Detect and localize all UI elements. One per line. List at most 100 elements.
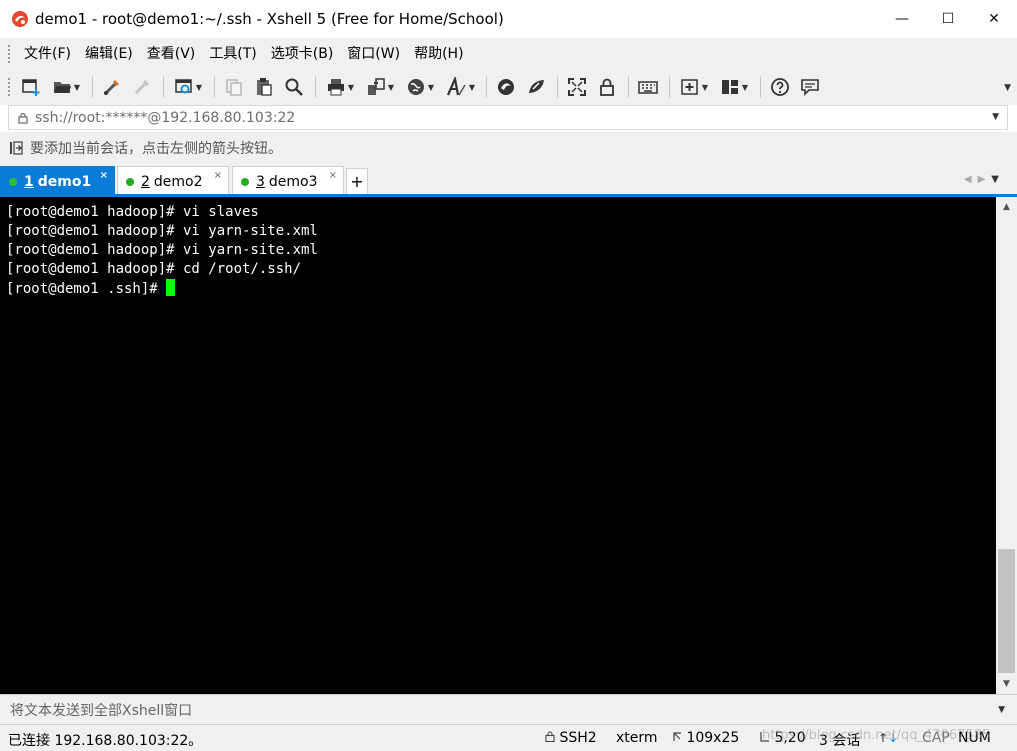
keyboard-icon — [638, 81, 658, 94]
new-tab-button[interactable]: ▼ — [675, 74, 713, 100]
font-button[interactable]: ▼ — [441, 74, 479, 100]
terminal-scrollbar[interactable]: ▲ ▼ — [996, 197, 1017, 694]
disconnect-button[interactable] — [128, 74, 156, 100]
menu-help[interactable]: 帮助(H) — [407, 42, 470, 66]
tab-demo2[interactable]: 2 demo2 × — [117, 166, 229, 197]
title-bar: demo1 - root@demo1:~/.ssh - Xshell 5 (Fr… — [0, 0, 1017, 38]
fullscreen-button[interactable] — [563, 74, 591, 100]
connected-status-icon — [9, 178, 17, 186]
open-folder-button[interactable]: ▼ — [47, 74, 85, 100]
session-hint-text: 要添加当前会话，点击左侧的箭头按钮。 — [30, 140, 282, 157]
chat-button[interactable] — [796, 74, 824, 100]
window-title: demo1 - root@demo1:~/.ssh - Xshell 5 (Fr… — [35, 10, 504, 28]
scroll-up-icon[interactable]: ▲ — [996, 197, 1017, 217]
terminal-prompt-line: [root@demo1 .ssh]# — [6, 279, 996, 298]
xagent-button[interactable] — [522, 74, 550, 100]
properties-icon — [175, 79, 192, 94]
tab-bar: 1 demo1 × 2 demo2 × 3 demo3 × + ◀▶▼ — [0, 163, 1017, 197]
xshell-logo-icon — [11, 10, 29, 28]
menu-tools[interactable]: 工具(T) — [202, 42, 263, 66]
compose-bar[interactable]: 将文本发送到全部Xshell窗口 ▼ — [0, 694, 1017, 724]
menu-tabs[interactable]: 选项卡(B) — [264, 42, 341, 66]
help-icon — [771, 78, 789, 96]
connected-status-icon — [241, 178, 249, 186]
address-bar[interactable]: ssh://root:******@192.168.80.103:22 ▼ — [8, 105, 1008, 130]
resize-icon — [673, 732, 681, 741]
chevron-down-icon: ▼ — [387, 82, 395, 92]
terminal-line: [root@demo1 hadoop]# vi yarn-site.xml — [6, 223, 318, 239]
compose-input[interactable]: 将文本发送到全部Xshell窗口 — [10, 700, 192, 720]
menu-view[interactable]: 查看(V) — [140, 42, 203, 66]
xftp-button[interactable] — [492, 74, 520, 100]
tab-scroll-right-icon[interactable]: ▶ — [978, 174, 992, 185]
maximize-button[interactable]: ☐ — [925, 0, 971, 38]
properties-button[interactable]: ▼ — [169, 74, 207, 100]
xftp-icon — [498, 79, 514, 95]
toolbar-overflow-icon[interactable]: ▼ — [1004, 83, 1011, 93]
menu-grip — [8, 44, 11, 63]
toolbar: ▼ ▼ ▼ ▼ ▼ ▼ ▼ ▼ ▼ — [0, 69, 1017, 105]
add-tab-button[interactable]: + — [346, 168, 368, 195]
globe-icon — [407, 79, 424, 95]
address-dropdown-icon[interactable]: ▼ — [992, 112, 999, 122]
status-size-group: 109x25 — [672, 730, 739, 746]
scroll-down-icon[interactable]: ▼ — [996, 674, 1017, 694]
menu-file[interactable]: 文件(F) — [17, 42, 78, 66]
status-connection: 已连接 192.168.80.103:22。 — [8, 733, 203, 749]
terminal-line: [root@demo1 hadoop]# cd /root/.ssh/ — [6, 261, 302, 277]
fullscreen-icon — [568, 78, 586, 96]
font-icon — [446, 77, 466, 96]
tab-navigation: ◀▶▼ — [964, 174, 1005, 185]
tab-demo3[interactable]: 3 demo3 × — [232, 166, 344, 197]
new-tab-icon — [681, 79, 698, 95]
layout-button[interactable]: ▼ — [715, 74, 753, 100]
lock-icon — [545, 731, 555, 743]
xagent-icon — [529, 80, 544, 93]
status-protocol: SSH2 — [559, 730, 597, 746]
add-session-arrow-icon[interactable] — [8, 140, 24, 156]
tab-scroll-left-icon[interactable]: ◀ — [964, 174, 978, 185]
scrollbar-thumb[interactable] — [998, 549, 1015, 673]
terminal-output[interactable]: [root@demo1 hadoop]# vi slaves [root@dem… — [0, 197, 996, 694]
paste-button[interactable] — [250, 74, 278, 100]
toolbar-separator — [163, 76, 164, 98]
tab-list-dropdown-icon[interactable]: ▼ — [991, 174, 1005, 185]
terminal-prompt: [root@demo1 .ssh]# — [6, 281, 167, 297]
toolbar-separator — [669, 76, 670, 98]
toolbar-separator — [557, 76, 558, 98]
minimize-button[interactable]: — — [879, 0, 925, 38]
help-button[interactable] — [766, 74, 794, 100]
terminal-cursor — [166, 279, 176, 296]
close-button[interactable]: ✕ — [971, 0, 1017, 38]
session-hint-bar: 要添加当前会话，点击左侧的箭头按钮。 — [0, 132, 1017, 163]
tab-demo1[interactable]: 1 demo1 × — [0, 166, 115, 197]
toolbar-separator — [628, 76, 629, 98]
compose-dropdown-icon[interactable]: ▼ — [998, 705, 1005, 715]
status-size: 109x25 — [686, 730, 740, 746]
lock-button[interactable] — [593, 74, 621, 100]
toolbar-separator — [486, 76, 487, 98]
menu-window[interactable]: 窗口(W) — [340, 42, 407, 66]
new-session-button[interactable] — [17, 74, 45, 100]
find-button[interactable] — [280, 74, 308, 100]
transfer-button[interactable]: ▼ — [361, 74, 399, 100]
tab-label: demo2 — [153, 174, 203, 190]
reconnect-button[interactable] — [98, 74, 126, 100]
print-button[interactable]: ▼ — [321, 74, 359, 100]
keyboard-button[interactable] — [634, 74, 662, 100]
terminal-line: [root@demo1 hadoop]# vi slaves — [6, 204, 259, 220]
toolbar-separator — [315, 76, 316, 98]
toolbar-separator — [92, 76, 93, 98]
toolbar-separator — [214, 76, 215, 98]
watermark: https://blog.csdn.net/qq_43067585 — [762, 728, 991, 743]
copy-button[interactable] — [220, 74, 248, 100]
tab-number: 2 — [141, 174, 150, 190]
menu-edit[interactable]: 编辑(E) — [78, 42, 140, 66]
chevron-down-icon: ▼ — [427, 82, 435, 92]
toolbar-grip — [8, 78, 11, 96]
close-icon[interactable]: × — [329, 170, 337, 181]
close-icon[interactable]: × — [100, 170, 108, 181]
chevron-down-icon: ▼ — [741, 82, 749, 92]
close-icon[interactable]: × — [214, 170, 222, 181]
globe-button[interactable]: ▼ — [401, 74, 439, 100]
